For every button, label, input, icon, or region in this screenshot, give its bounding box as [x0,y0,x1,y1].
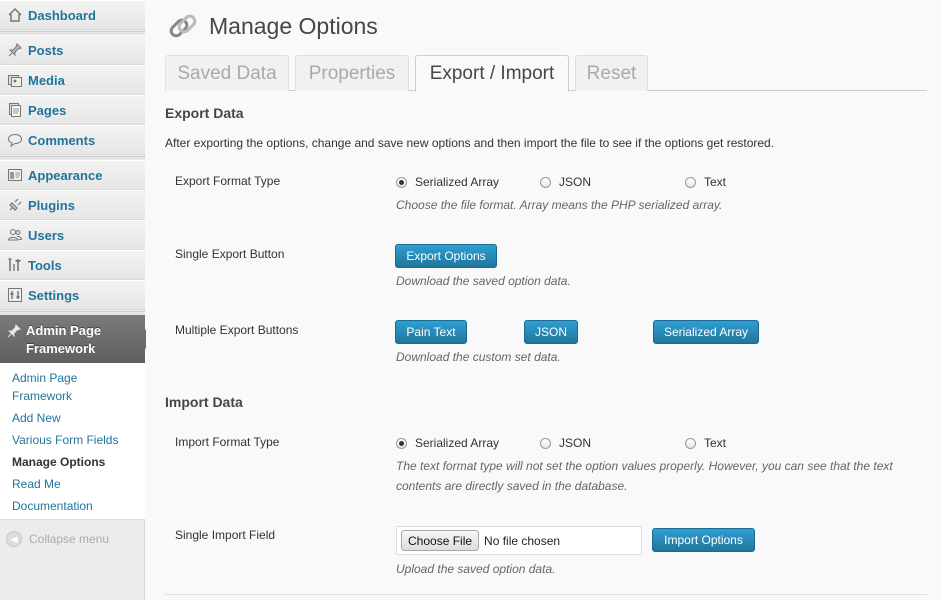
radio-indicator [685,437,696,449]
menu-label-line2: Framework [26,341,96,356]
import-field-label: Single Import Field [175,528,276,542]
menu-users[interactable]: Users [0,220,145,250]
radio-selected-indicator [396,176,407,188]
section-divider [165,594,927,595]
submenu-various-form-fields[interactable]: Various Form Fields [0,431,145,449]
import-options-button[interactable]: Import Options [652,528,755,552]
export-description: After exporting the options, change and … [165,136,775,150]
dashboard-icon [6,6,24,24]
radio-indicator [540,176,551,188]
multiple-export-label: Multiple Export Buttons [175,323,299,337]
menu-label: Settings [28,287,80,303]
submenu-read-me[interactable]: Read Me [0,475,145,493]
tools-icon [6,256,24,274]
media-icon [6,71,24,89]
menu-comments[interactable]: Comments [0,125,145,155]
menu-label: Tools [28,257,62,273]
radio-indicator [540,437,551,449]
menu-posts[interactable]: Posts [0,35,145,65]
tab-reset[interactable]: Reset [575,55,648,91]
import-field-help: Upload the saved option data. [396,562,556,576]
import-format-label: Import Format Type [175,435,280,449]
menu-label: Dashboard [28,7,96,23]
export-format-text-radio[interactable]: Text [685,175,726,189]
export-serialized-array-button[interactable]: Serialized Array [653,320,759,344]
appearance-icon [6,166,24,184]
single-export-label: Single Export Button [175,247,285,261]
menu-label: Plugins [28,197,75,213]
menu-settings[interactable]: Settings [0,280,145,310]
import-format-text-radio[interactable]: Text [685,436,726,450]
menu-label: Comments [28,132,96,148]
menu-label: Appearance [28,167,103,183]
import-format-help-line2: contents are directly saved in the datab… [396,479,628,493]
choose-file-button[interactable]: Choose File [401,530,480,551]
radio-selected-indicator [396,437,407,449]
file-status-text: No file chosen [484,533,561,548]
radio-label: Text [704,436,727,450]
import-file-input[interactable]: Choose File No file chosen [396,526,642,555]
multiple-export-help: Download the custom set data. [396,350,561,364]
export-format-serialized-radio[interactable]: Serialized Array [396,175,499,189]
page-title: Manage Options [209,13,378,39]
comment-icon [6,131,24,149]
menu-pages[interactable]: Pages [0,95,145,125]
submenu: Admin Page Framework Add New Various For… [0,363,145,520]
import-format-json-radio[interactable]: JSON [540,436,591,450]
menu-label: Users [28,227,65,243]
menu-tools[interactable]: Tools [0,250,145,280]
import-format-serialized-radio[interactable]: Serialized Array [396,436,499,450]
export-format-json-radio[interactable]: JSON [540,175,591,189]
tab-export-import[interactable]: Export / Import [415,55,569,92]
menu-label: Pages [28,102,67,118]
main-content: Manage Options Saved Data Properties Exp… [146,0,941,600]
collapse-menu-button[interactable]: ◀ Collapse menu [6,531,109,547]
menu-media[interactable]: Media [0,65,145,95]
menu-dashboard[interactable]: Dashboard [0,0,145,30]
tab-saved-data[interactable]: Saved Data [165,55,289,91]
menu-label-line1: Admin Page [26,323,102,338]
menu-plugins[interactable]: Plugins [0,190,145,220]
collapse-arrow-icon: ◀ [6,531,22,547]
radio-label: JSON [559,436,592,450]
radio-label: Text [704,175,727,189]
export-format-help: Choose the file format. Array means the … [396,198,723,212]
submenu-admin-page-framework[interactable]: Admin Page Framework [0,369,80,405]
tab-bar: Saved Data Properties Export / Import Re… [165,55,927,92]
submenu-manage-options[interactable]: Manage Options [0,453,145,471]
collapse-label: Collapse menu [29,532,110,546]
admin-sidebar: Dashboard Posts Media Pages Comments App… [0,0,154,600]
radio-label: Serialized Array [415,175,500,189]
menu-label: Media [28,72,65,88]
import-format-help-line1: The text format type will not set the op… [396,459,893,473]
import-section-title: Import Data [165,394,243,410]
submenu-add-new[interactable]: Add New [0,409,145,427]
export-options-button[interactable]: Export Options [395,244,497,268]
submenu-documentation[interactable]: Documentation [0,497,145,515]
tab-properties[interactable]: Properties [295,55,409,91]
export-plain-text-button[interactable]: Pain Text [395,320,467,344]
settings-icon [6,286,24,304]
plugin-icon [6,196,24,214]
menu-appearance[interactable]: Appearance [0,160,145,190]
single-export-help: Download the saved option data. [396,274,571,288]
radio-indicator [685,176,696,188]
menu-admin-page-framework[interactable]: Admin Page Framework [0,315,154,363]
menu-label: Posts [28,42,64,58]
link-icon [166,10,200,44]
export-json-button[interactable]: JSON [524,320,578,344]
pin-icon [6,323,22,342]
export-format-label: Export Format Type [175,174,281,188]
radio-label: JSON [559,175,592,189]
pages-icon [6,101,24,119]
users-icon [6,226,24,244]
export-section-title: Export Data [165,105,244,121]
radio-label: Serialized Array [415,436,500,450]
pin-icon [6,41,24,59]
